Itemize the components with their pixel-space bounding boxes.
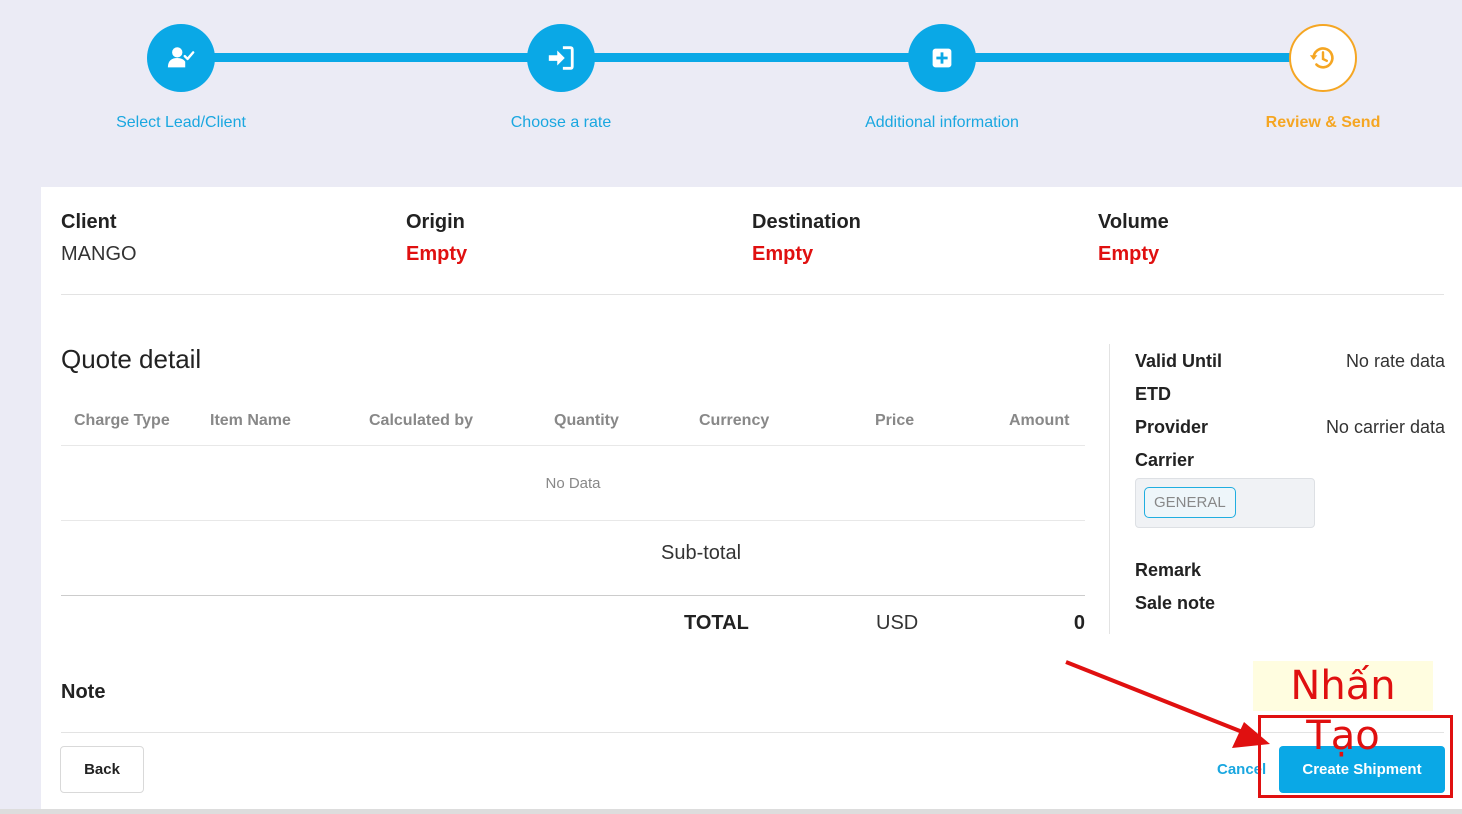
annotation-highlight-box [1258,715,1453,798]
summary-destination: Destination Empty [752,211,861,266]
user-check-icon [167,47,195,68]
side-divider [1109,344,1110,634]
total-label: TOTAL [684,612,749,634]
history-icon [1309,47,1334,69]
step-circle [147,24,215,92]
plus-square-icon [932,48,952,68]
valid-until-label: Valid Until [1135,351,1223,371]
total-currency: USD [876,612,919,634]
step-label: Choose a rate [510,114,612,131]
step-circle [1289,24,1357,92]
remark-row: Remark [1135,560,1445,593]
summary-value: MANGO [61,243,137,265]
table-header: Charge Type Item Name Calculated by Quan… [61,394,1085,446]
summary-title: Origin [406,211,465,233]
total-row: TOTAL USD 0 [61,596,1085,651]
etd-row: ETD [1135,384,1445,417]
sign-in-icon [548,46,574,70]
column-header[interactable]: Price [875,412,914,430]
step-label: Review & Send [1265,114,1381,131]
column-header[interactable]: Quantity [554,412,619,430]
summary-origin: Origin Empty [406,211,467,266]
subtotal-label: Sub-total [661,542,742,564]
column-header[interactable]: Charge Type [74,412,170,430]
carrier-select[interactable]: GENERAL [1135,478,1315,528]
annotation-label: Nhấn Tạo [1253,661,1433,759]
provider-row: Provider No carrier data [1135,417,1445,450]
sale-note-row: Sale note [1135,593,1445,626]
empty-table-message: No Data [61,446,1085,521]
provider-value: No carrier data [1325,417,1445,437]
step-label: Select Lead/Client [116,114,246,131]
remark-label: Remark [1135,560,1202,580]
progress-stepper: Select Lead/Client Choose a rate Additio… [0,0,1462,186]
summary-value: Empty [1098,243,1160,265]
page-bottom-border [0,809,1462,814]
valid-until-row: Valid Until No rate data [1135,351,1445,384]
note-divider [61,732,1444,733]
sale-note-label: Sale note [1135,593,1216,613]
step-additional-information[interactable]: Additional information [862,24,1022,132]
provider-label: Provider [1135,417,1209,437]
summary-title: Volume [1098,211,1169,233]
summary-volume: Volume Empty [1098,211,1169,266]
summary-value: Empty [752,243,814,265]
column-header[interactable]: Amount [1009,412,1069,430]
step-choose-rate[interactable]: Choose a rate [481,24,641,132]
summary-client: Client MANGO [61,211,137,266]
carrier-tag[interactable]: GENERAL [1144,487,1236,518]
column-header[interactable]: Calculated by [369,412,473,430]
etd-label: ETD [1135,384,1171,404]
quote-table: Charge Type Item Name Calculated by Quan… [61,394,1085,651]
carrier-label: Carrier [1135,450,1195,470]
stepper-line [181,53,1323,62]
step-review-send[interactable]: Review & Send [1243,24,1403,132]
summary-title: Client [61,211,117,233]
step-circle [908,24,976,92]
step-circle [527,24,595,92]
quote-info-panel: Valid Until No rate data ETD Provider No… [1135,351,1445,626]
review-card: Client MANGO Origin Empty Destination Em… [41,187,1462,809]
column-header[interactable]: Currency [699,412,769,430]
shipment-summary: Client MANGO Origin Empty Destination Em… [61,211,1444,295]
valid-until-value: No rate data [1345,351,1445,371]
column-header[interactable]: Item Name [210,412,291,430]
carrier-row: Carrier [1135,450,1445,476]
step-select-lead-client[interactable]: Select Lead/Client [101,24,261,132]
total-value: 0 [1073,612,1085,634]
quote-detail-title: Quote detail [61,344,202,374]
back-button[interactable]: Back [60,746,144,793]
summary-title: Destination [752,211,861,233]
summary-value: Empty [406,243,468,265]
subtotal-row: Sub-total [61,521,1085,596]
note-label: Note [61,681,106,703]
step-label: Additional information [865,114,1019,131]
